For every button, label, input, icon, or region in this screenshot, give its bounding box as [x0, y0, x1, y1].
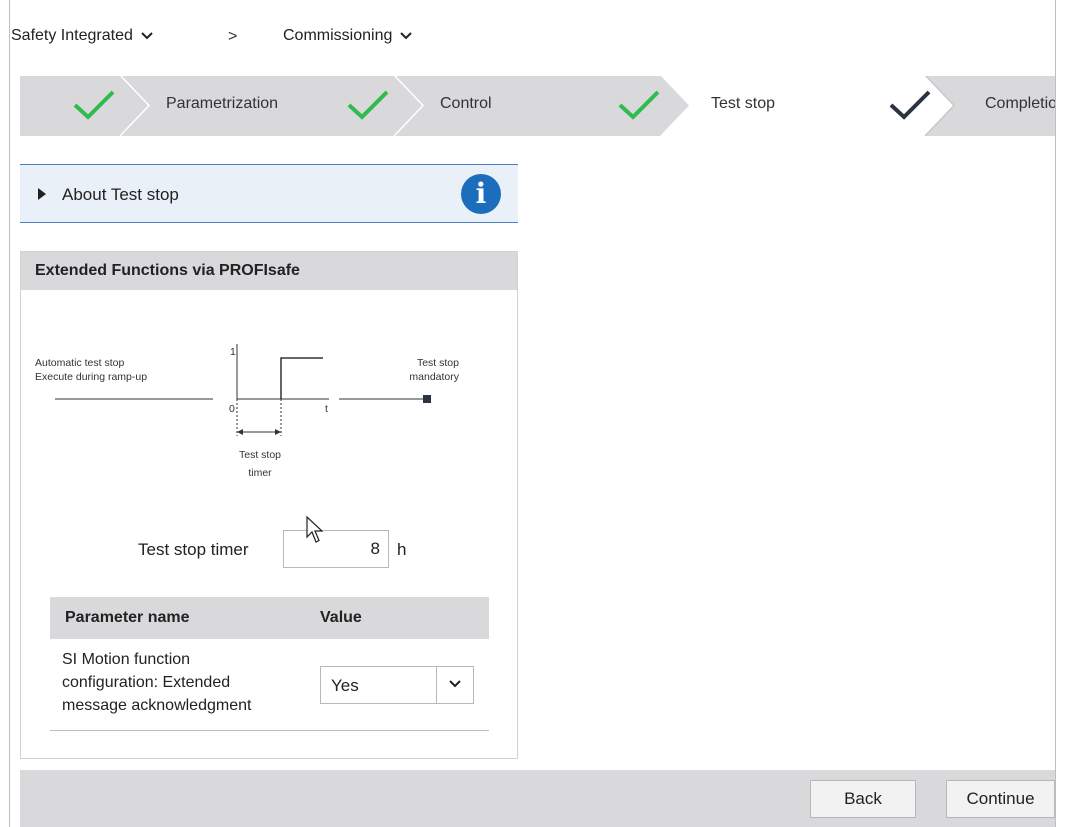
about-test-stop-expander[interactable]: About Test stop i	[20, 164, 518, 223]
frame-left-border	[9, 0, 10, 827]
step-label: Completio	[985, 95, 1055, 112]
diagram-y-tick: 1	[230, 346, 236, 358]
breadcrumb-item-label: Safety Integrated	[11, 27, 133, 44]
table-row: SI Motion function configuration: Extend…	[50, 639, 489, 731]
dropdown-selected-value: Yes	[331, 676, 359, 695]
step-label: Control	[440, 95, 492, 112]
frame-right-border	[1055, 0, 1056, 827]
parameter-value-dropdown[interactable]: Yes	[320, 666, 474, 704]
extended-functions-panel: Extended Functions via PROFIsafe Automat…	[20, 251, 518, 759]
footer-bar: Back Continue	[20, 770, 1055, 827]
back-button[interactable]: Back	[810, 780, 916, 818]
breadcrumb-safety-integrated[interactable]: Safety Integrated	[11, 27, 153, 45]
diagram-right-label-1: Test stop	[417, 357, 459, 369]
continue-button[interactable]: Continue	[946, 780, 1055, 818]
test-stop-timer-unit: h	[397, 540, 407, 559]
diagram-timer-label-2: timer	[248, 467, 272, 479]
test-stop-timer-label: Test stop timer	[138, 540, 249, 559]
diagram-x-origin: 0	[229, 403, 235, 415]
parameter-name-line: SI Motion function	[62, 651, 191, 668]
parameter-name-line: configuration: Extended	[62, 674, 231, 691]
diagram-timer-label-1: Test stop	[239, 449, 281, 461]
step-3-check-icon	[618, 90, 660, 120]
test-stop-timer-input[interactable]	[283, 530, 389, 568]
diagram-left-label-2: Execute during ramp-up	[35, 371, 147, 383]
breadcrumb-separator: >	[228, 28, 238, 45]
parameter-name: SI Motion function configuration: Extend…	[62, 648, 302, 717]
dropdown-toggle-button[interactable]	[436, 667, 474, 703]
info-icon[interactable]: i	[461, 174, 501, 214]
parameter-name-line: message acknowledgment	[62, 697, 252, 714]
diagram-left-label-1: Automatic test stop	[35, 357, 124, 369]
breadcrumb-commissioning[interactable]: Commissioning	[283, 27, 413, 45]
column-header-value: Value	[320, 609, 362, 626]
mouse-pointer-icon	[306, 516, 324, 543]
diagram-right-label-2: mandatory	[409, 371, 459, 383]
step-label: Parametrization	[166, 95, 279, 112]
step-label: Test stop	[711, 95, 776, 112]
wizard-steps: Parametrization Control Test stop Comple…	[20, 75, 1055, 136]
diagram-x-axis-label: t	[325, 403, 328, 415]
expand-triangle-icon	[38, 188, 46, 200]
test-stop-timing-diagram: Automatic test stop Execute during ramp-…	[35, 344, 460, 479]
about-label: About Test stop	[62, 185, 179, 204]
step-4-check-icon	[889, 90, 931, 120]
breadcrumb-item-label: Commissioning	[283, 27, 393, 44]
step-2-check-icon	[347, 90, 389, 120]
chevron-down-icon	[141, 32, 153, 40]
chevron-down-icon	[449, 680, 461, 688]
table-header: Parameter name Value	[50, 597, 489, 639]
window: Safety Integrated > Commissioning Parame…	[0, 0, 1074, 827]
column-header-parameter-name: Parameter name	[65, 609, 190, 626]
step-1-check-icon	[73, 90, 115, 120]
chevron-down-icon	[400, 32, 413, 40]
